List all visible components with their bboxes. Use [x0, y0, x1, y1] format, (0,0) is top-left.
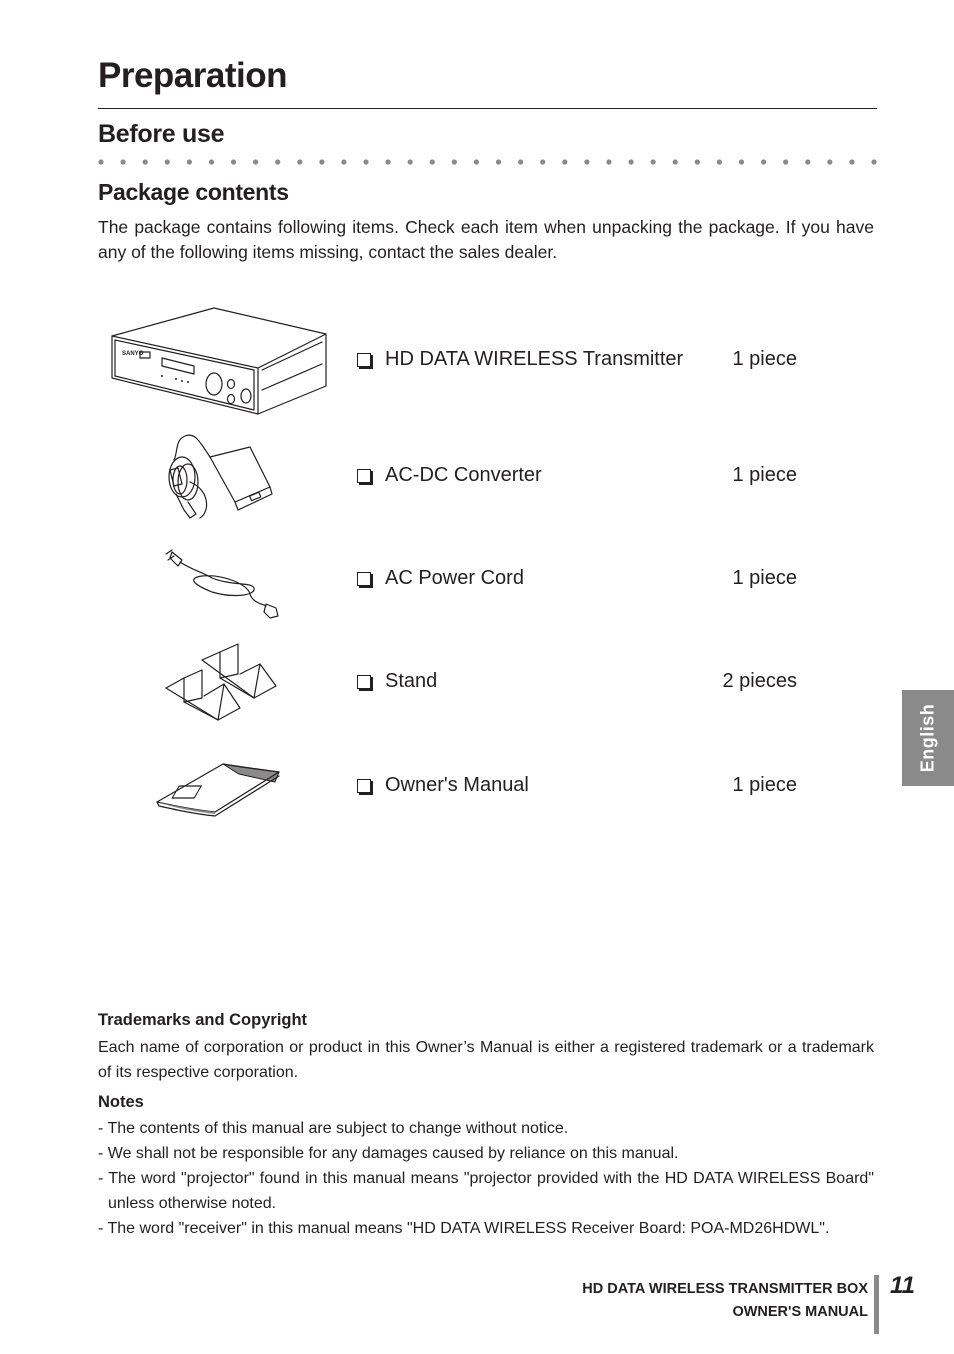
note-item: - The word "receiver" in this manual mea… [98, 1220, 830, 1237]
divider-dot [319, 159, 325, 165]
divider-dot [429, 159, 435, 165]
item-name: AC Power Cord [385, 567, 524, 589]
item-row: AC Power Cord 1 piece [357, 567, 797, 590]
divider-dot [385, 159, 391, 165]
divider-dot [341, 159, 347, 165]
divider-dot [738, 159, 745, 165]
page-title: Preparation [98, 56, 288, 95]
divider-dot [628, 159, 634, 165]
page-number: 11 [890, 1272, 915, 1299]
divider-dot [363, 159, 369, 165]
item-name: Owner's Manual [385, 774, 529, 796]
language-tab: English [902, 690, 954, 786]
section-title: Before use [98, 120, 225, 148]
item-row: Owner's Manual 1 piece [357, 774, 797, 797]
divider-dot [540, 159, 546, 165]
note-item: - We shall not be responsible for any da… [98, 1145, 679, 1162]
divider-dot [805, 159, 811, 165]
divider-dot [230, 159, 237, 165]
item-name: HD DATA WIRELESS Transmitter [385, 348, 684, 370]
divider-dot [849, 159, 855, 165]
divider-dot [518, 159, 524, 165]
checkbox-icon[interactable] [357, 468, 371, 483]
divider-dot [827, 159, 833, 165]
trademarks-heading: Trademarks and Copyright [98, 1011, 308, 1029]
footer-manual-title: HD DATA WIRELESS TRANSMITTER BOX OWNER'S… [582, 1278, 868, 1324]
title-divider [98, 108, 877, 109]
divider-dot [186, 159, 192, 165]
dotted-divider [98, 159, 877, 165]
divider-dot [142, 159, 148, 165]
divider-dot [672, 159, 678, 165]
item-name: Stand [385, 670, 438, 692]
item-row: HD DATA WIRELESS Transmitter 1 piece [357, 348, 797, 371]
item-quantity: 2 pieces [722, 670, 798, 692]
divider-dot [584, 159, 590, 165]
divider-dot [164, 159, 170, 165]
manual-booklet-icon [156, 763, 280, 817]
note-item: - The contents of this manual are subjec… [98, 1120, 569, 1137]
divider-dot [473, 159, 480, 165]
divider-dot [407, 159, 413, 165]
divider-dot [495, 159, 502, 165]
checkbox-icon[interactable] [357, 571, 371, 586]
divider-dot [694, 159, 700, 165]
trademarks-paragraph: Each name of corporation or product in t… [98, 1039, 874, 1081]
item-quantity: 1 piece [732, 464, 798, 486]
footer-line-2: OWNER'S MANUAL [732, 1304, 868, 1320]
subsection-title: Package contents [98, 179, 289, 205]
divider-dot [297, 159, 303, 165]
divider-dot [208, 159, 215, 165]
item-quantity: 1 piece [732, 567, 798, 589]
divider-dot [562, 159, 568, 165]
checkbox-icon[interactable] [357, 352, 371, 367]
footer-line-1: HD DATA WIRELESS TRANSMITTER BOX [582, 1281, 868, 1297]
item-quantity: 1 piece [732, 348, 798, 370]
note-item: - The word "projector" found in this man… [98, 1170, 874, 1212]
item-quantity: 1 piece [732, 774, 798, 796]
notes-list: - The contents of this manual are subjec… [98, 1116, 874, 1241]
notes-heading: Notes [98, 1093, 144, 1111]
ac-adapter-icon [168, 434, 273, 519]
divider-dot [606, 159, 612, 165]
intro-paragraph: The package contains following items. Ch… [98, 217, 874, 262]
divider-dot [451, 159, 457, 165]
transmitter-box-icon: SANYO [111, 307, 327, 415]
divider-dot [253, 159, 259, 165]
divider-dot [871, 159, 877, 165]
checkbox-icon[interactable] [357, 778, 371, 793]
item-row: Stand 2 pieces [357, 670, 797, 693]
language-tab-label: English [917, 703, 938, 773]
divider-dot [120, 159, 126, 165]
stand-icon [165, 643, 277, 721]
footer-divider [874, 1275, 879, 1334]
divider-dot [716, 159, 723, 165]
divider-dot [650, 159, 656, 165]
divider-dot [275, 159, 281, 165]
checkbox-icon[interactable] [357, 674, 371, 689]
divider-dot [98, 159, 104, 165]
power-cord-icon [165, 549, 279, 619]
divider-dot [760, 159, 767, 165]
divider-dot [783, 159, 789, 165]
item-row: AC-DC Converter 1 piece [357, 464, 797, 487]
item-name: AC-DC Converter [385, 464, 542, 486]
